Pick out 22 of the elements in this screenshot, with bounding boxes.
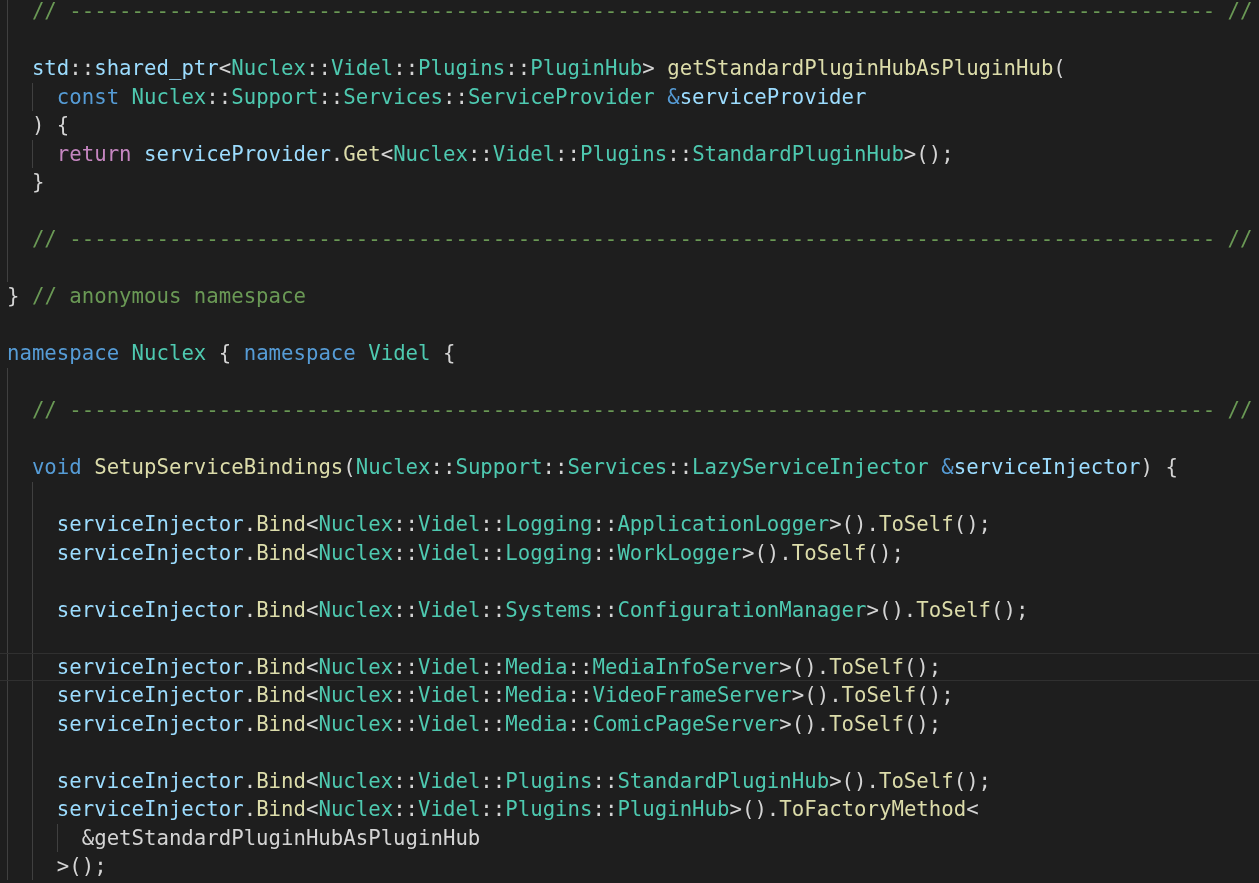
code-line: >(); bbox=[55, 854, 107, 878]
code-line: void SetupServiceBindings(Nuclex::Support::Services::LazyServiceInjector &serviceInjector) { bbox=[30, 455, 1178, 479]
code-line: // -------------------------------------------------------------------------------------------- // bbox=[30, 227, 1253, 251]
code-line: serviceInjector.Bind<Nuclex::Videl::Plugins::StandardPluginHub>().ToSelf(); bbox=[55, 768, 992, 793]
code-line: // -------------------------------------------------------------------------------------------- // bbox=[30, 398, 1253, 422]
code-line: // -------------------------------------------------------------------------------------------- // bbox=[30, 0, 1253, 23]
code-line: return serviceProvider.Get<Nuclex::Videl::Plugins::StandardPluginHub>(); bbox=[55, 141, 954, 166]
code-line: serviceInjector.Bind<Nuclex::Videl::Systems::ConfigurationManager>().ToSelf(); bbox=[55, 597, 1029, 622]
code-line: } bbox=[30, 170, 45, 194]
code-line: serviceInjector.Bind<Nuclex::Videl::Media::MediaInfoServer>().ToSelf(); bbox=[55, 654, 942, 679]
code-line: } // anonymous namespace bbox=[7, 284, 306, 308]
code-line: ) { bbox=[30, 113, 70, 137]
code-line: serviceInjector.Bind<Nuclex::Videl::Media::VideoFrameServer>().ToSelf(); bbox=[55, 683, 954, 707]
code-line: namespace Nuclex { namespace Videl { bbox=[7, 341, 456, 365]
code-line: serviceInjector.Bind<Nuclex::Videl::Plugins::PluginHub>().ToFactoryMethod< bbox=[55, 797, 979, 821]
code-line: std::shared_ptr<Nuclex::Videl::Plugins::PluginHub> getStandardPluginHubAsPluginHub( bbox=[30, 56, 1066, 80]
code-line: const Nuclex::Support::Services::ServiceProvider &serviceProvider bbox=[55, 84, 867, 109]
code-line: serviceInjector.Bind<Nuclex::Videl::Logging::ApplicationLogger>().ToSelf(); bbox=[55, 512, 992, 536]
code-editor[interactable] bbox=[0, 0, 1259, 880]
code-line: &getStandardPluginHubAsPluginHub bbox=[80, 825, 481, 850]
code-line: serviceInjector.Bind<Nuclex::Videl::Media::ComicPageServer>().ToSelf(); bbox=[55, 711, 942, 736]
code-line: serviceInjector.Bind<Nuclex::Videl::Logging::WorkLogger>().ToSelf(); bbox=[55, 540, 904, 565]
